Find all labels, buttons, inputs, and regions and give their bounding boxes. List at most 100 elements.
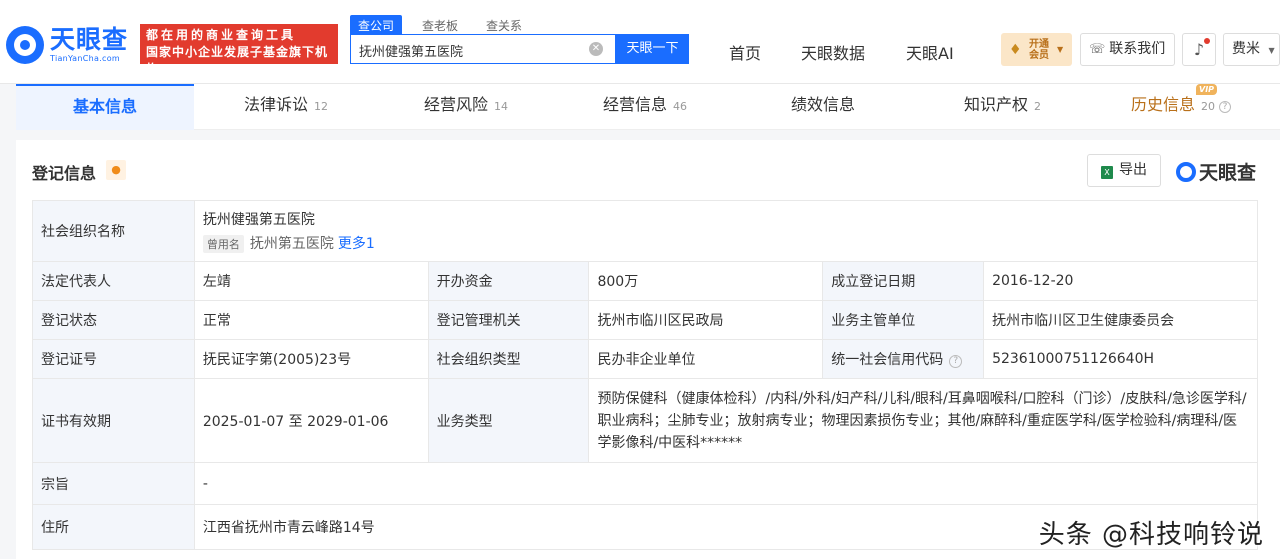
- capital: 800万: [588, 261, 824, 301]
- search-button[interactable]: 天眼一下: [616, 34, 689, 64]
- brand-name: 天眼查: [1199, 162, 1257, 184]
- tab-label: 基本信息: [72, 97, 137, 116]
- reg-date: 2016-12-20: [983, 261, 1258, 301]
- chevron-down-icon: ▼: [1268, 46, 1275, 55]
- tab-label: 经营信息: [603, 95, 668, 114]
- address-label: 住所: [32, 504, 195, 550]
- search-tab-company[interactable]: 查公司: [350, 15, 403, 36]
- legal-rep[interactable]: 左靖: [193, 261, 429, 301]
- org-name-cell: 抚州健强第五医院 曾用名 抚州第五医院 更多1: [193, 200, 1259, 262]
- export-label: 导出: [1119, 162, 1147, 178]
- status-value: 正常: [193, 300, 429, 340]
- search-input-value: 抚州健强第五医院: [359, 45, 464, 60]
- validity-label: 证书有效期: [32, 378, 195, 463]
- tab-count: 2: [1034, 100, 1042, 113]
- export-button[interactable]: X 导出: [1087, 154, 1161, 187]
- bell-icon: ♪: [1193, 40, 1205, 59]
- table-row: 法定代表人 左靖 开办资金 800万 成立登记日期 2016-12-20: [32, 261, 1258, 301]
- cert-no-label: 登记证号: [32, 339, 195, 379]
- tab-risk[interactable]: 经营风险 14: [424, 84, 508, 130]
- table-row: 证书有效期 2025-01-07 至 2029-01-06 业务类型 预防保健科…: [32, 378, 1258, 463]
- excel-icon: X: [1101, 166, 1113, 179]
- tab-count: 46: [673, 100, 688, 113]
- logo-name: 天眼查: [50, 25, 129, 54]
- diamond-icon: ♦: [1009, 41, 1022, 58]
- open-vip-button[interactable]: ♦ 开通会员 ▼: [1001, 33, 1072, 66]
- reg-date-label: 成立登记日期: [822, 261, 985, 301]
- vip-label: 开通会员: [1029, 38, 1049, 61]
- tab-count: 20: [1201, 100, 1216, 113]
- search-tab-boss[interactable]: 查老板: [414, 15, 466, 36]
- authority-label: 登记管理机关: [427, 300, 590, 340]
- bell-icon[interactable]: ●: [106, 160, 126, 180]
- used-name-tag: 曾用名: [202, 235, 244, 253]
- tab-label: 经营风险: [424, 95, 489, 114]
- table-row: 社会组织名称 抚州健强第五医院 曾用名 抚州第五医院 更多1: [32, 200, 1259, 262]
- tab-count: 14: [494, 100, 509, 113]
- user-menu[interactable]: 费米 ▼: [1223, 33, 1280, 66]
- cert-no: 抚民证字第(2005)23号: [193, 339, 429, 379]
- logo-eye-icon: [1176, 161, 1196, 182]
- help-icon[interactable]: ?: [1219, 101, 1232, 113]
- credit-code-label: 统一社会信用代码: [831, 352, 944, 368]
- nav-data[interactable]: 天眼数据: [801, 40, 865, 64]
- top-header: 天眼查 TianYanCha.com 都在用的商业查询工具 国家中小企业发展子基…: [0, 0, 1280, 84]
- validity: 2025-01-07 至 2029-01-06: [193, 378, 429, 463]
- table-row: 宗旨 -: [32, 462, 1259, 505]
- user-name: 费米: [1232, 41, 1260, 57]
- search-tab-relation[interactable]: 查关系: [478, 15, 530, 36]
- phone-icon: ☏: [1089, 42, 1106, 57]
- notification-button[interactable]: ♪: [1182, 33, 1216, 66]
- tab-label: 历史信息: [1131, 95, 1196, 114]
- promo-banner[interactable]: 都在用的商业查询工具 国家中小企业发展子基金旗下机构: [140, 24, 338, 76]
- contact-button[interactable]: ☏ 联系我们: [1080, 33, 1175, 66]
- tab-legal[interactable]: 法律诉讼 12: [244, 84, 328, 130]
- tab-operation[interactable]: 经营信息 46: [603, 84, 687, 130]
- more-link[interactable]: 更多1: [338, 236, 375, 252]
- authority: 抚州市临川区民政局: [588, 300, 824, 340]
- purpose-label: 宗旨: [32, 462, 195, 505]
- biz-type: 预防保健科（健康体检科）/内科/外科/妇产科/儿科/眼科/耳鼻咽喉科/口腔科（门…: [588, 378, 1258, 463]
- help-icon[interactable]: ?: [949, 355, 963, 368]
- tab-count: 12: [314, 100, 329, 113]
- tab-basic-info[interactable]: 基本信息: [16, 84, 194, 130]
- org-name: 抚州健强第五医院: [202, 212, 315, 228]
- nav-home[interactable]: 首页: [729, 40, 761, 64]
- status-label: 登记状态: [32, 300, 195, 340]
- supervisor: 抚州市临川区卫生健康委员会: [983, 300, 1258, 340]
- clear-icon[interactable]: ✕: [589, 42, 603, 56]
- tab-ip[interactable]: 知识产权 2: [964, 84, 1041, 130]
- org-name-label: 社会组织名称: [32, 200, 195, 262]
- registration-card: 登记信息 ● X 导出 天眼查 社会组织名称 抚州健强第五医院 曾用名 抚州第五医院…: [16, 140, 1280, 559]
- section-title: 登记信息: [32, 164, 97, 183]
- table-row: 登记证号 抚民证字第(2005)23号 社会组织类型 民办非企业单位 统一社会信…: [32, 339, 1258, 379]
- tab-label: 法律诉讼: [244, 95, 309, 114]
- org-type: 民办非企业单位: [588, 339, 824, 379]
- org-type-label: 社会组织类型: [427, 339, 590, 379]
- biz-type-label: 业务类型: [427, 378, 590, 463]
- tab-label: 绩效信息: [791, 95, 856, 114]
- nav-ai[interactable]: 天眼AI: [906, 40, 954, 64]
- chevron-down-icon: ▼: [1057, 45, 1064, 54]
- tab-label: 知识产权: [964, 95, 1029, 114]
- table-row: 登记状态 正常 登记管理机关 抚州市临川区民政局 业务主管单位 抚州市临川区卫生…: [32, 300, 1258, 340]
- banner-line-2: 国家中小企业发展子基金旗下机构: [146, 45, 329, 76]
- credit-code: 52361000751126640H: [983, 339, 1258, 379]
- credit-code-label-cell: 统一社会信用代码?: [822, 339, 985, 379]
- notification-dot: [1204, 38, 1210, 44]
- search-input[interactable]: 抚州健强第五医院 ✕: [350, 34, 616, 64]
- company-tabs: 基本信息 法律诉讼 12 经营风险 14 经营信息 46 绩效信息 知识产权 2 历史信…: [16, 84, 1280, 130]
- vip-badge: VIP: [1196, 84, 1218, 95]
- brand-watermark: 天眼查: [1176, 158, 1256, 185]
- search-type-tabs: 查公司 查老板 查关系: [350, 15, 542, 36]
- used-name: 抚州第五医院: [249, 236, 334, 252]
- tab-performance[interactable]: 绩效信息: [791, 84, 855, 130]
- purpose: -: [193, 462, 1259, 505]
- site-logo[interactable]: 天眼查 TianYanCha.com: [6, 22, 136, 68]
- logo-eye-icon: [6, 26, 44, 64]
- contact-label: 联系我们: [1109, 41, 1166, 57]
- logo-domain: TianYanCha.com: [50, 54, 120, 63]
- legal-rep-label: 法定代表人: [32, 261, 195, 301]
- registration-table: 社会组织名称 抚州健强第五医院 曾用名 抚州第五医院 更多1 法定代表人 左靖 开办…: [32, 200, 1259, 550]
- banner-line-1: 都在用的商业查询工具: [146, 28, 297, 42]
